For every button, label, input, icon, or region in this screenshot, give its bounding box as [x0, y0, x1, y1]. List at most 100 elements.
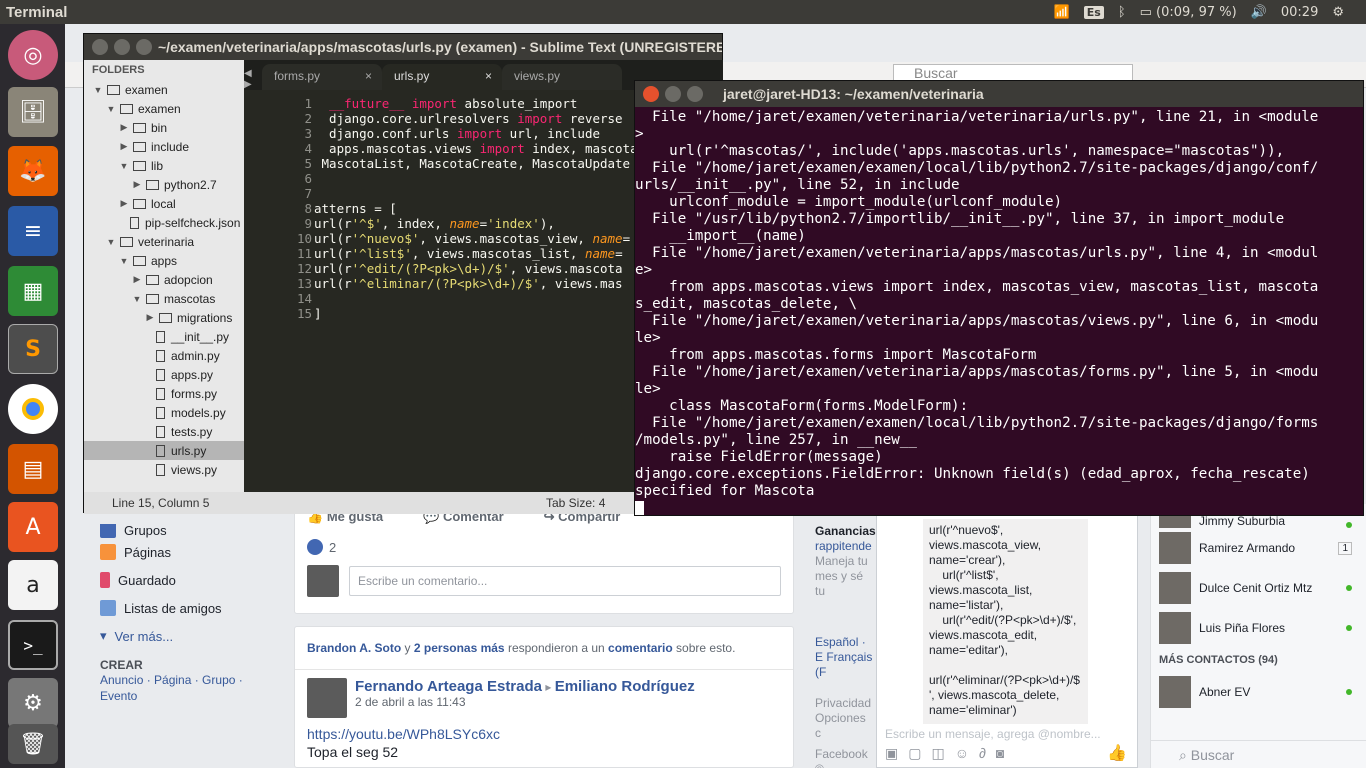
file-item[interactable]: __init__.py: [84, 327, 244, 346]
notice-others[interactable]: 2 personas más: [414, 641, 505, 655]
minimize-icon[interactable]: [114, 39, 130, 55]
sticker-icon[interactable]: ▢: [908, 745, 931, 761]
nav-friend-lists[interactable]: Listas de amigos: [100, 594, 300, 622]
chat-input[interactable]: Escribe un mensaje, agrega @nombre...: [885, 727, 1101, 741]
terminal-icon[interactable]: >_: [8, 620, 58, 670]
collapsed-arrow-icon[interactable]: ▶: [118, 122, 130, 133]
file-item[interactable]: urls.py: [84, 441, 244, 460]
editor-tab[interactable]: urls.py ×: [382, 64, 502, 90]
notice-link[interactable]: comentario: [608, 641, 673, 655]
maximize-icon[interactable]: [136, 39, 152, 55]
editor-tab[interactable]: views.py: [502, 64, 622, 90]
dash-home-icon[interactable]: ◎: [8, 30, 58, 80]
folder-item[interactable]: ▼ mascotas: [84, 289, 244, 308]
tab-scroll-arrows[interactable]: ◀ ▶: [244, 60, 262, 90]
avatar[interactable]: [307, 565, 339, 597]
create-links[interactable]: Anuncio · Página · Grupo · Evento: [100, 672, 250, 704]
contact-item[interactable]: Dulce Cenit Ortiz Mtz: [1151, 568, 1366, 608]
folder-item[interactable]: ▼ lib: [84, 156, 244, 175]
close-tab-icon[interactable]: ×: [365, 69, 372, 83]
contact-item[interactable]: Luis Piña Flores: [1151, 608, 1366, 648]
maximize-icon[interactable]: [687, 86, 703, 102]
ad-site[interactable]: rappitende: [815, 539, 875, 554]
folder-item[interactable]: ▶ migrations: [84, 308, 244, 327]
minimize-icon[interactable]: [665, 86, 681, 102]
contact-item[interactable]: Abner EV: [1151, 672, 1366, 712]
post-link[interactable]: https://youtu.be/WPh8LSYc6xc: [295, 726, 793, 742]
post-author[interactable]: Fernando Arteaga Estrada: [355, 678, 542, 695]
close-icon[interactable]: [92, 39, 108, 55]
close-tab-icon[interactable]: ×: [485, 69, 492, 83]
image-icon[interactable]: ▣: [885, 745, 908, 761]
expanded-arrow-icon[interactable]: ▼: [92, 85, 104, 95]
nav-groups[interactable]: Grupos: [100, 524, 300, 538]
chrome-icon[interactable]: [8, 384, 58, 434]
terminal-titlebar[interactable]: jaret@jaret-HD13: ~/examen/veterinaria: [635, 81, 1363, 107]
calc-icon[interactable]: ▦: [8, 266, 58, 316]
post-target[interactable]: Emiliano Rodríguez: [555, 678, 695, 695]
file-item[interactable]: forms.py: [84, 384, 244, 403]
expanded-arrow-icon[interactable]: ▼: [105, 104, 117, 114]
nav-saved[interactable]: Guardado: [100, 566, 300, 594]
post-date[interactable]: 2 de abril a las 11:43: [355, 695, 695, 709]
folder-item[interactable]: ▼ veterinaria: [84, 232, 244, 251]
close-icon[interactable]: [643, 86, 659, 102]
like-summary[interactable]: 2: [295, 529, 793, 565]
folder-item[interactable]: ▼ examen: [84, 80, 244, 99]
ad-title[interactable]: Ganancias: [815, 524, 876, 539]
impress-icon[interactable]: ▤: [8, 444, 58, 494]
author-avatar[interactable]: [307, 678, 347, 718]
system-settings-icon[interactable]: ⚙: [8, 678, 58, 728]
file-item[interactable]: pip-selfcheck.json: [84, 213, 244, 232]
clock[interactable]: 00:29: [1281, 5, 1318, 20]
expanded-arrow-icon[interactable]: ▼: [105, 237, 117, 247]
collapsed-arrow-icon[interactable]: ▶: [131, 179, 143, 190]
battery-indicator[interactable]: ▭ (0:09, 97 %): [1140, 5, 1237, 20]
expanded-arrow-icon[interactable]: ▼: [131, 294, 143, 304]
folder-item[interactable]: ▼ apps: [84, 251, 244, 270]
language-links[interactable]: Español · E Français (F: [815, 635, 875, 680]
comment-input[interactable]: Escribe un comentario...: [349, 566, 781, 596]
contact-item[interactable]: Ramirez Armando 1: [1151, 528, 1366, 568]
code-text[interactable]: __future__ import absolute_import django…: [314, 96, 683, 321]
emoji-icon[interactable]: ☺: [955, 745, 979, 761]
files-icon[interactable]: 🗄: [8, 87, 58, 137]
amazon-icon[interactable]: a: [8, 560, 58, 610]
folder-item[interactable]: ▶ bin: [84, 118, 244, 137]
volume-icon[interactable]: 🔊: [1251, 5, 1267, 20]
see-more-link[interactable]: ▾ Ver más...: [100, 622, 300, 650]
keyboard-layout-indicator[interactable]: Es: [1083, 5, 1104, 19]
wifi-icon[interactable]: 📶: [1054, 5, 1070, 20]
tab-size[interactable]: Tab Size: 4: [546, 496, 605, 510]
file-item[interactable]: tests.py: [84, 422, 244, 441]
file-item[interactable]: views.py: [84, 460, 244, 479]
thumbs-up-icon[interactable]: 👍: [1107, 743, 1127, 763]
file-item[interactable]: models.py: [84, 403, 244, 422]
folder-item[interactable]: ▶ include: [84, 137, 244, 156]
software-center-icon[interactable]: A: [8, 502, 58, 552]
camera-icon[interactable]: ◙: [996, 745, 1014, 761]
folder-item[interactable]: ▶ local: [84, 194, 244, 213]
trash-icon[interactable]: 🗑: [8, 724, 58, 764]
collapsed-arrow-icon[interactable]: ▶: [131, 274, 143, 285]
collapsed-arrow-icon[interactable]: ▶: [144, 312, 156, 323]
bluetooth-icon[interactable]: ᛒ: [1118, 5, 1126, 20]
gif-icon[interactable]: ◫: [931, 745, 954, 761]
writer-icon[interactable]: ≡: [8, 206, 58, 256]
editor-tab[interactable]: forms.py ×: [262, 64, 382, 90]
collapsed-arrow-icon[interactable]: ▶: [118, 141, 130, 152]
expanded-arrow-icon[interactable]: ▼: [118, 256, 130, 266]
nav-pages[interactable]: Páginas: [100, 538, 300, 566]
collapsed-arrow-icon[interactable]: ▶: [118, 198, 130, 209]
contacts-search[interactable]: ⌕ Buscar: [1151, 740, 1366, 768]
gear-icon[interactable]: ⚙: [1332, 5, 1344, 20]
file-item[interactable]: admin.py: [84, 346, 244, 365]
footer-links[interactable]: Privacidad Opciones c: [815, 696, 875, 741]
sublime-titlebar[interactable]: ~/examen/veterinaria/apps/mascotas/urls.…: [84, 34, 722, 60]
folder-item[interactable]: ▶ adopcion: [84, 270, 244, 289]
firefox-icon[interactable]: 🦊: [8, 146, 58, 196]
folder-item[interactable]: ▶ python2.7: [84, 175, 244, 194]
attach-icon[interactable]: ∂: [979, 745, 996, 761]
expanded-arrow-icon[interactable]: ▼: [118, 161, 130, 171]
file-item[interactable]: apps.py: [84, 365, 244, 384]
